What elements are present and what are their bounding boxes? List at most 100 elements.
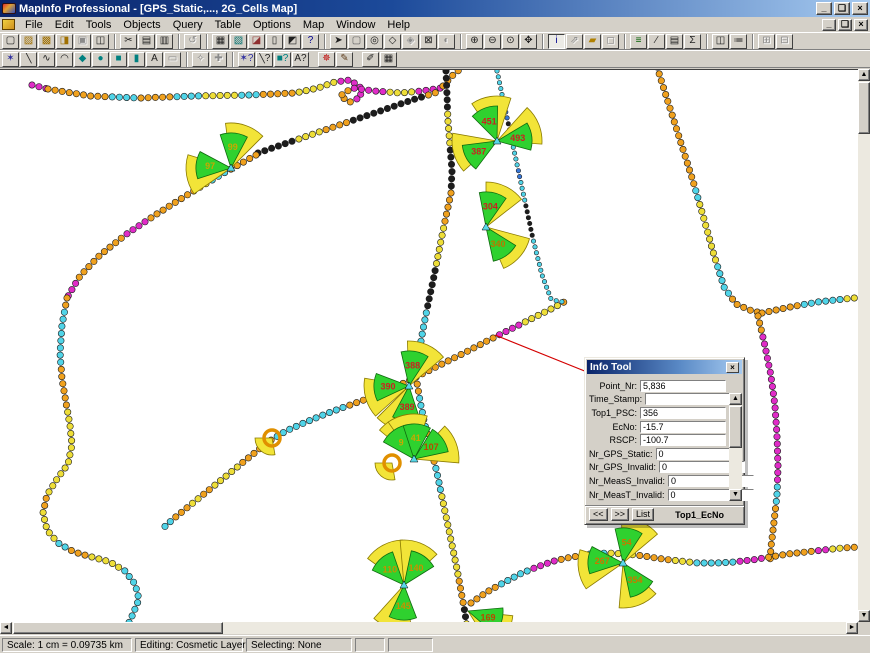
info-tool-scrollbar[interactable]: ▲ ▼ (729, 393, 742, 501)
invert-selection-button[interactable]: ◐ (438, 34, 455, 49)
horizontal-scrollbar[interactable]: ◄ ► (0, 622, 858, 634)
change-zoom-button[interactable]: ⊙ (502, 34, 519, 49)
layer-control-button[interactable]: ≡ (630, 34, 647, 49)
new-grapher-button[interactable]: ◪ (248, 34, 265, 49)
zoom-out-button[interactable]: ⊖ (484, 34, 501, 49)
menu-item-query[interactable]: Query (167, 18, 209, 32)
set-target-district-button[interactable]: ◫ (712, 34, 729, 49)
clip-region-button[interactable]: ⊞ (758, 34, 775, 49)
menu-item-window[interactable]: Window (330, 18, 381, 32)
info-next-button[interactable]: >> (611, 508, 630, 521)
info-field-input[interactable]: -15.7 (640, 421, 726, 433)
cut-button[interactable]: ✂ (120, 34, 137, 49)
maximize-button[interactable]: ❑ (834, 2, 850, 15)
custom-tool-4-button[interactable]: ▦ (380, 52, 397, 67)
polygon-select-button[interactable]: ◇ (384, 34, 401, 49)
new-mapper-button[interactable]: ▧ (230, 34, 247, 49)
info-field-input[interactable]: 356 (640, 407, 726, 419)
boundary-select-button[interactable]: ◈ (402, 34, 419, 49)
ruler-button[interactable]: ∕ (648, 34, 665, 49)
paste-button[interactable]: ▥ (156, 34, 173, 49)
assign-selected-button[interactable]: ≔ (730, 34, 747, 49)
open-table-button[interactable]: ▨ (20, 34, 37, 49)
info-tool-close-icon[interactable]: × (726, 362, 739, 373)
menu-item-help[interactable]: Help (381, 18, 416, 32)
menu-item-objects[interactable]: Objects (117, 18, 166, 32)
custom-tool-3-button[interactable]: ✐ (362, 52, 379, 67)
info-field-input[interactable] (645, 393, 731, 405)
scrollbar-thumb[interactable] (729, 406, 742, 448)
legend-button[interactable]: ▤ (666, 34, 683, 49)
scroll-up-icon[interactable]: ▲ (858, 69, 870, 81)
drag-map-window-button[interactable]: ◻ (602, 34, 619, 49)
scroll-up-icon[interactable]: ▲ (729, 393, 742, 405)
text-style-button[interactable]: A? (292, 52, 309, 67)
help-pointer-button[interactable]: ? (302, 34, 319, 49)
clip-region-onoff-button[interactable]: ⊟ (776, 34, 793, 49)
info-table-selector[interactable]: Top1_EcNo (675, 510, 726, 520)
menu-item-table[interactable]: Table (209, 18, 247, 32)
statistics-button[interactable]: Σ (684, 34, 701, 49)
polygon-tool-button[interactable]: ◆ (74, 52, 91, 67)
save-table-button[interactable]: ▣ (74, 34, 91, 49)
menu-item-tools[interactable]: Tools (80, 18, 118, 32)
child-minimize-button[interactable]: _ (822, 19, 836, 31)
vertical-scrollbar[interactable]: ▲ ▼ (858, 69, 870, 622)
menu-item-map[interactable]: Map (297, 18, 330, 32)
vertical-scrollbar-thumb[interactable] (858, 82, 870, 134)
text-tool-button[interactable]: A (146, 52, 163, 67)
new-redistricter-button[interactable]: ◩ (284, 34, 301, 49)
custom-tool-1-button[interactable]: ✵ (318, 52, 335, 67)
horizontal-scrollbar-thumb[interactable] (13, 622, 223, 634)
rounded-rectangle-tool-button[interactable]: ▮ (128, 52, 145, 67)
info-tool-button[interactable]: i (548, 34, 565, 49)
add-node-button[interactable]: ✚ (210, 52, 227, 67)
zoom-in-button[interactable]: ⊕ (466, 34, 483, 49)
open-dbms-button[interactable]: ◨ (56, 34, 73, 49)
undo-button[interactable]: ↺ (184, 34, 201, 49)
scroll-right-icon[interactable]: ► (846, 622, 858, 634)
symbol-style-button[interactable]: ✶? (238, 52, 255, 67)
marquee-select-button[interactable]: ▢ (348, 34, 365, 49)
close-button[interactable]: × (852, 2, 868, 15)
info-field-input[interactable]: -100.7 (640, 434, 726, 446)
info-field-input[interactable]: 5,836 (640, 380, 726, 392)
ellipse-tool-button[interactable]: ● (92, 52, 109, 67)
symbol-tool-button[interactable]: ✶ (2, 52, 19, 67)
status-selecting[interactable]: Selecting: None (246, 638, 352, 652)
new-layout-button[interactable]: ▯ (266, 34, 283, 49)
info-tool-title-bar[interactable]: Info Tool × (587, 360, 742, 374)
region-style-button[interactable]: ■? (274, 52, 291, 67)
frame-tool-button[interactable]: ▭ (164, 52, 181, 67)
line-style-button[interactable]: ╲? (256, 52, 273, 67)
new-browser-button[interactable]: ▦ (212, 34, 229, 49)
unselect-all-button[interactable]: ⊠ (420, 34, 437, 49)
menu-item-options[interactable]: Options (247, 18, 297, 32)
info-prev-button[interactable]: << (589, 508, 608, 521)
custom-tool-2-button[interactable]: ✎ (336, 52, 353, 67)
scroll-down-icon[interactable]: ▼ (858, 610, 870, 622)
menu-item-edit[interactable]: Edit (49, 18, 80, 32)
line-tool-button[interactable]: ╲ (20, 52, 37, 67)
child-restore-button[interactable]: ❑ (838, 19, 852, 31)
child-close-button[interactable]: × (854, 19, 868, 31)
print-button[interactable]: ◫ (92, 34, 109, 49)
arc-tool-button[interactable]: ◠ (56, 52, 73, 67)
label-button[interactable]: ▰ (584, 34, 601, 49)
status-scale[interactable]: Scale: 1 cm = 0.09735 km (2, 638, 132, 652)
polyline-tool-button[interactable]: ∿ (38, 52, 55, 67)
rectangle-tool-button[interactable]: ■ (110, 52, 127, 67)
radius-select-button[interactable]: ◎ (366, 34, 383, 49)
map-canvas[interactable]: 9997451493387304340388390389941107110140… (0, 70, 858, 622)
select-button[interactable]: ➤ (330, 34, 347, 49)
scroll-down-icon[interactable]: ▼ (729, 489, 742, 501)
status-editing[interactable]: Editing: Cosmetic Layer (135, 638, 243, 652)
minimize-button[interactable]: _ (816, 2, 832, 15)
reshape-button[interactable]: ✧ (192, 52, 209, 67)
menu-item-file[interactable]: File (19, 18, 49, 32)
info-tool-window[interactable]: Info Tool × Point_Nr:5,836Time_Stamp:Top… (584, 357, 745, 525)
scroll-left-icon[interactable]: ◄ (0, 622, 12, 634)
pan-button[interactable]: ✥ (520, 34, 537, 49)
new-table-button[interactable]: ▢ (2, 34, 19, 49)
open-workspace-button[interactable]: ▩ (38, 34, 55, 49)
